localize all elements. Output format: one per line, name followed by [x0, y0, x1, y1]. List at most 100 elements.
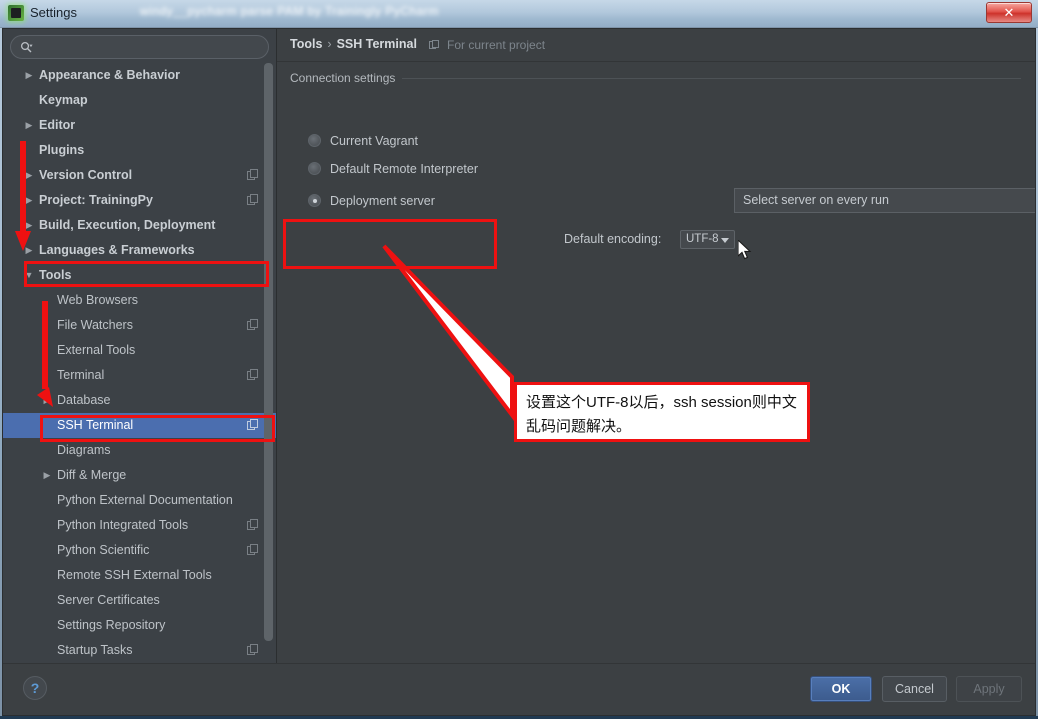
- copy-settings-icon: [247, 519, 258, 531]
- copy-settings-icon: [247, 194, 258, 206]
- sidebar-item-label: Diagrams: [57, 443, 111, 457]
- sidebar-item-label: Appearance & Behavior: [39, 68, 181, 82]
- sidebar-item-label: Python External Documentation: [57, 493, 233, 507]
- chevron-right-icon[interactable]: ▶: [23, 113, 35, 138]
- sidebar-item-label: Python Integrated Tools: [57, 518, 189, 532]
- sidebar-item-project-trainingpy[interactable]: ▶ Project: TrainingPy: [3, 188, 276, 213]
- window-title: Settings: [30, 5, 77, 20]
- sidebar-item-remote-ssh-external-tools[interactable]: Remote SSH External Tools: [3, 563, 276, 588]
- radio-indicator[interactable]: [308, 194, 321, 207]
- breadcrumb-separator: ›: [327, 37, 332, 51]
- annotation-box-tools: [24, 261, 269, 287]
- settings-dialog: ▶ Appearance & Behavior Keymap ▶ Editor Plugi…: [2, 28, 1036, 716]
- chevron-right-icon[interactable]: ▶: [41, 388, 53, 413]
- sidebar-item-server-certificates[interactable]: Server Certificates: [3, 588, 276, 613]
- sidebar-item-web-browsers[interactable]: Web Browsers: [3, 288, 276, 313]
- sidebar-item-label: Build, Execution, Deployment: [39, 218, 216, 232]
- sidebar-item-label: Project: TrainingPy: [39, 193, 153, 207]
- chevron-right-icon[interactable]: ▶: [23, 63, 35, 88]
- radio-indicator[interactable]: [308, 162, 321, 175]
- dialog-body: ▶ Appearance & Behavior Keymap ▶ Editor Plugi…: [3, 29, 1035, 663]
- sidebar-item-label: Web Browsers: [57, 293, 139, 307]
- chevron-right-icon[interactable]: ▶: [23, 238, 35, 263]
- annotation-box-ssh-terminal: [40, 415, 275, 442]
- mouse-cursor: [738, 240, 752, 260]
- apply-button[interactable]: Apply: [956, 676, 1022, 702]
- copy-settings-icon: [247, 544, 258, 556]
- sidebar-item-keymap[interactable]: Keymap: [3, 88, 276, 113]
- sidebar-scrollbar-thumb[interactable]: [264, 63, 273, 641]
- cancel-button[interactable]: Cancel: [882, 676, 947, 702]
- sidebar-item-python-integrated-tools[interactable]: Python Integrated Tools: [3, 513, 276, 538]
- sidebar-item-file-watchers[interactable]: File Watchers: [3, 313, 276, 338]
- copy-settings-icon: [247, 369, 258, 381]
- search-input[interactable]: [39, 36, 260, 58]
- background-window-title: windy__pycharm parse PAM by Trainingly P…: [140, 4, 439, 18]
- ok-button[interactable]: OK: [810, 676, 872, 702]
- copy-settings-icon: [247, 319, 258, 331]
- sidebar-item-editor[interactable]: ▶ Editor: [3, 113, 276, 138]
- sidebar-item-python-external-documentation[interactable]: Python External Documentation: [3, 488, 276, 513]
- chevron-right-icon[interactable]: ▶: [23, 213, 35, 238]
- radio-label: Default Remote Interpreter: [330, 162, 478, 176]
- search-container: [3, 29, 276, 63]
- project-scope-icon: [429, 40, 439, 51]
- scope-label: For current project: [447, 38, 546, 52]
- sidebar-item-label: Diff & Merge: [57, 468, 127, 482]
- chevron-right-icon[interactable]: ▶: [41, 463, 53, 488]
- desktop-background: windy__pycharm parse PAM by Trainingly P…: [0, 0, 1038, 719]
- window-title-bar: windy__pycharm parse PAM by Trainingly P…: [0, 0, 1038, 28]
- sidebar-scrollbar[interactable]: [264, 63, 273, 649]
- copy-settings-icon: [247, 644, 258, 656]
- search-box[interactable]: [10, 35, 269, 59]
- breadcrumb-bar: Tools › SSH Terminal For current project: [277, 29, 1035, 62]
- sidebar-item-plugins[interactable]: Plugins: [3, 138, 276, 163]
- radio-label: Current Vagrant: [330, 134, 419, 148]
- sidebar-item-python-scientific[interactable]: Python Scientific: [3, 538, 276, 563]
- settings-tree[interactable]: ▶ Appearance & Behavior Keymap ▶ Editor Plugi…: [3, 63, 276, 663]
- default-encoding-value: UTF-8: [686, 233, 719, 245]
- sidebar-item-version-control[interactable]: ▶ Version Control: [3, 163, 276, 188]
- connection-settings-label: Connection settings: [290, 71, 403, 85]
- chevron-right-icon[interactable]: ▶: [23, 163, 35, 188]
- sidebar-item-terminal[interactable]: Terminal: [3, 363, 276, 388]
- search-icon: [20, 41, 33, 53]
- sidebar-item-label: Version Control: [39, 168, 133, 182]
- radio-label: Deployment server: [330, 194, 435, 208]
- sidebar-item-label: Keymap: [39, 93, 88, 107]
- server-select[interactable]: Select server on every run: [734, 188, 1035, 213]
- chevron-right-icon[interactable]: ▶: [23, 188, 35, 213]
- sidebar-item-diff-merge[interactable]: ▶ Diff & Merge: [3, 463, 276, 488]
- sidebar-item-build-execution-deployment[interactable]: ▶ Build, Execution, Deployment: [3, 213, 276, 238]
- sidebar-item-label: Languages & Frameworks: [39, 243, 195, 257]
- sidebar-item-label: Python Scientific: [57, 543, 150, 557]
- help-icon[interactable]: ?: [23, 676, 47, 700]
- default-encoding-label: Default encoding:: [564, 232, 662, 246]
- breadcrumb-root[interactable]: Tools: [290, 37, 322, 51]
- sidebar-item-label: External Tools: [57, 343, 136, 357]
- server-select-value: Select server on every run: [743, 193, 889, 207]
- sidebar-item-label: Plugins: [39, 143, 85, 157]
- dialog-footer: ? OK Cancel Apply: [3, 663, 1035, 715]
- sidebar-item-label: Database: [57, 393, 111, 407]
- sidebar-item-label: Editor: [39, 118, 76, 132]
- close-icon[interactable]: ✕: [986, 2, 1032, 23]
- sidebar-item-label: Server Certificates: [57, 593, 160, 607]
- sidebar-item-languages-frameworks[interactable]: ▶ Languages & Frameworks: [3, 238, 276, 263]
- sidebar-item-database[interactable]: ▶ Database: [3, 388, 276, 413]
- sidebar-item-appearance-behavior[interactable]: ▶ Appearance & Behavior: [3, 63, 276, 88]
- radio-indicator[interactable]: [308, 134, 321, 147]
- sidebar-item-external-tools[interactable]: External Tools: [3, 338, 276, 363]
- sidebar-item-startup-tasks[interactable]: Startup Tasks: [3, 638, 276, 663]
- default-encoding-select[interactable]: UTF-8: [680, 230, 735, 249]
- sidebar-item-settings-repository[interactable]: Settings Repository: [3, 613, 276, 638]
